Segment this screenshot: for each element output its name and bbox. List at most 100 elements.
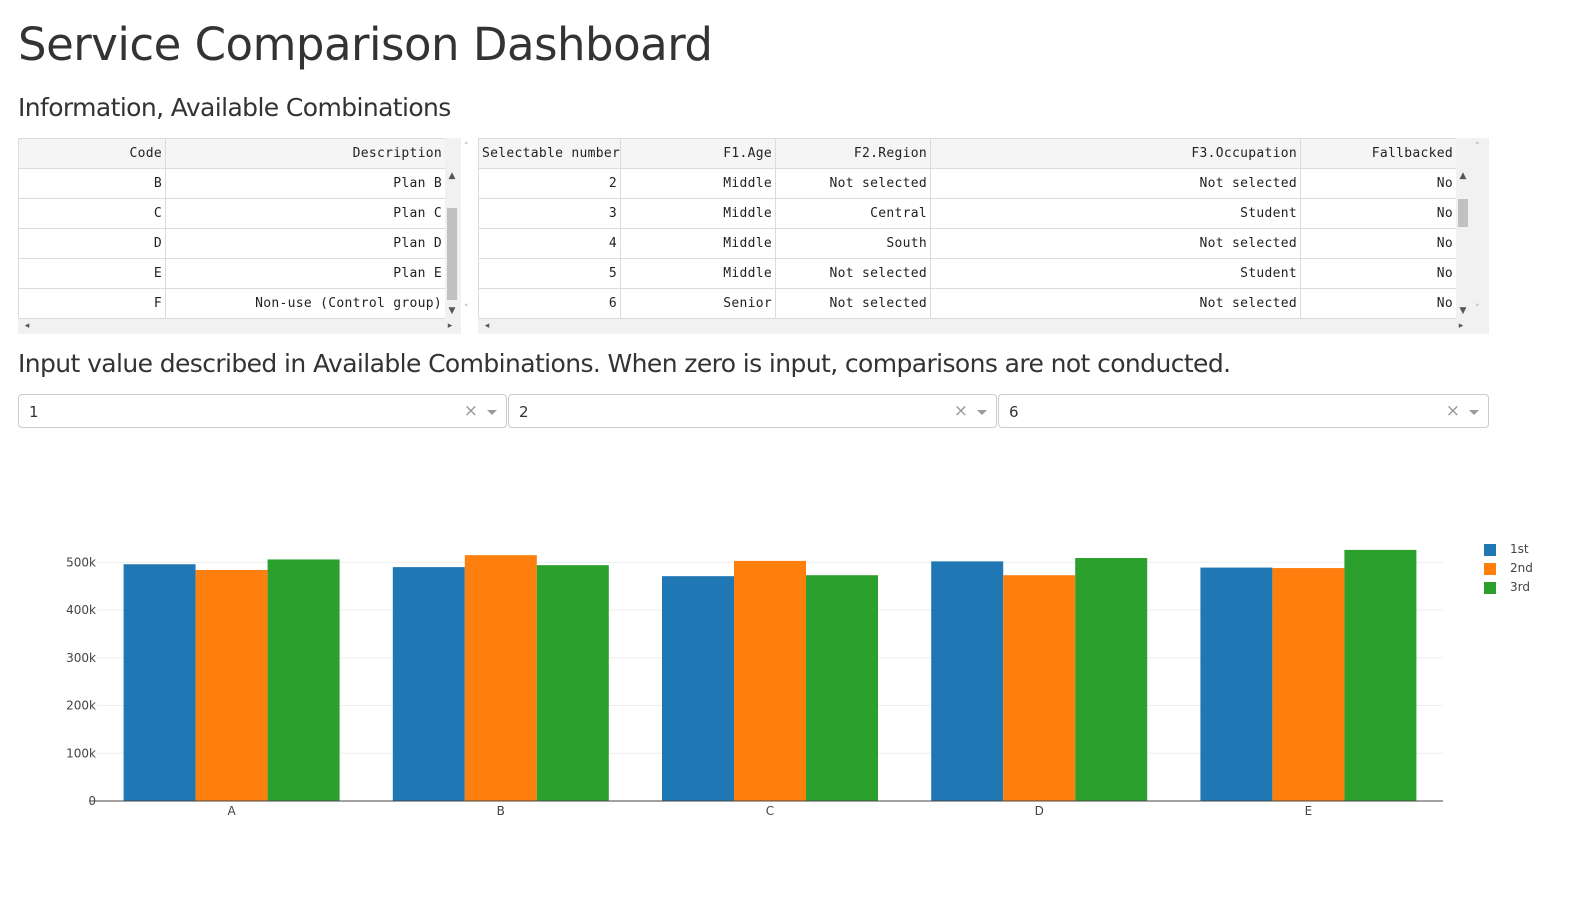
table-row[interactable]: E Plan E xyxy=(18,258,445,289)
cell-code: D xyxy=(18,228,166,259)
comparison-select-3[interactable]: 6 × xyxy=(998,394,1489,428)
legend-label: 2nd xyxy=(1510,561,1533,575)
info-heading: Information, Available Combinations xyxy=(18,93,451,122)
cell-code: F xyxy=(18,288,166,319)
table-row[interactable]: C Plan C xyxy=(18,198,445,229)
combinations-table-vertical-scrollbar[interactable]: ▲ ▼ xyxy=(1456,167,1470,319)
bar-3rd-A[interactable] xyxy=(267,559,340,801)
scroll-up-icon[interactable]: ▲ xyxy=(1456,171,1470,181)
clear-icon[interactable]: × xyxy=(954,401,968,421)
cell-age: Senior xyxy=(620,288,776,319)
bar-3rd-B[interactable] xyxy=(536,565,609,801)
bar-1st-A[interactable] xyxy=(123,564,196,801)
x-tick-label: B xyxy=(497,804,505,818)
cell-description: Plan B xyxy=(165,168,445,199)
cell-age: Middle xyxy=(620,258,776,289)
bar-2nd-B[interactable] xyxy=(464,555,537,801)
bar-3rd-D[interactable] xyxy=(1075,558,1148,801)
selected-value: 1 xyxy=(29,403,39,421)
bar-2nd-C[interactable] xyxy=(734,560,806,801)
y-tick-label: 200k xyxy=(66,699,96,713)
cell-code: E xyxy=(18,258,166,289)
table-row[interactable]: 4 Middle South Not selected No xyxy=(478,228,1456,259)
code-table-horizontal-scrollbar[interactable]: ◂ ▸ xyxy=(18,319,461,333)
cell-region: Not selected xyxy=(775,168,931,199)
cell-fallbacked: No xyxy=(1300,198,1456,229)
bar-3rd-C[interactable] xyxy=(806,575,878,801)
table-row[interactable]: F Non-use (Control group) xyxy=(18,288,445,319)
comparison-select-1[interactable]: 1 × xyxy=(18,394,507,428)
scrollbar-thumb[interactable] xyxy=(447,208,457,300)
combinations-table: Selectable number F1.Age F2.Region F3.Oc… xyxy=(478,138,1456,319)
cell-fallbacked: No xyxy=(1300,288,1456,319)
cell-description: Non-use (Control group) xyxy=(165,288,445,319)
column-header-occupation[interactable]: F3.Occupation xyxy=(930,138,1301,169)
clear-icon[interactable]: × xyxy=(1446,401,1460,421)
cell-selectable-number: 3 xyxy=(478,198,621,229)
bar-3rd-E[interactable] xyxy=(1344,549,1417,801)
legend-label: 1st xyxy=(1510,542,1529,556)
chevron-down-icon[interactable] xyxy=(487,410,497,415)
scroll-up-icon[interactable]: ˄ xyxy=(464,142,469,152)
column-header-age[interactable]: F1.Age xyxy=(620,138,776,169)
scroll-left-icon[interactable]: ◂ xyxy=(480,321,494,331)
table-row[interactable]: 2 Middle Not selected Not selected No xyxy=(478,168,1456,199)
y-tick-label: 100k xyxy=(66,746,96,760)
table-row[interactable]: D Plan D xyxy=(18,228,445,259)
chevron-down-icon[interactable] xyxy=(977,410,987,415)
scroll-down-icon[interactable]: ˅ xyxy=(1475,304,1480,314)
cell-occupation: Student xyxy=(930,258,1301,289)
clear-icon[interactable]: × xyxy=(464,401,478,421)
y-tick-label: 500k xyxy=(66,555,96,569)
cell-selectable-number: 2 xyxy=(478,168,621,199)
comparison-select-2[interactable]: 2 × xyxy=(508,394,997,428)
code-table-vertical-scrollbar[interactable]: ▲ ▼ xyxy=(445,167,459,319)
legend-label: 3rd xyxy=(1510,580,1530,594)
table-row[interactable]: 5 Middle Not selected Student No xyxy=(478,258,1456,289)
legend-swatch xyxy=(1484,582,1496,594)
table-row[interactable]: 6 Senior Not selected Not selected No xyxy=(478,288,1456,319)
column-header-code[interactable]: Code xyxy=(18,138,166,169)
cell-code: B xyxy=(18,168,166,199)
cell-description: Plan C xyxy=(165,198,445,229)
table-row[interactable]: 3 Middle Central Student No xyxy=(478,198,1456,229)
bar-2nd-D[interactable] xyxy=(1003,575,1076,801)
bar-2nd-E[interactable] xyxy=(1272,568,1345,801)
y-tick-label: 400k xyxy=(66,603,96,617)
input-heading: Input value described in Available Combi… xyxy=(18,349,1231,378)
x-tick-label: E xyxy=(1305,804,1313,818)
cell-occupation: Not selected xyxy=(930,288,1301,319)
scroll-right-icon[interactable]: ▸ xyxy=(1454,321,1468,331)
cell-region: South xyxy=(775,228,931,259)
scroll-down-icon[interactable]: ▼ xyxy=(445,306,459,316)
combinations-table-container: Selectable number F1.Age F2.Region F3.Oc… xyxy=(478,138,1489,334)
scroll-down-icon[interactable]: ▼ xyxy=(1456,306,1470,316)
cell-occupation: Not selected xyxy=(930,168,1301,199)
scroll-up-icon[interactable]: ▲ xyxy=(445,171,459,181)
code-table-container: Code Description B Plan B C Plan C D Plan D… xyxy=(18,138,469,334)
page-title: Service Comparison Dashboard xyxy=(18,18,713,71)
chevron-down-icon[interactable] xyxy=(1469,410,1479,415)
table-row[interactable]: B Plan B xyxy=(18,168,445,199)
column-header-fallbacked[interactable]: Fallbacked xyxy=(1300,138,1456,169)
bar-1st-E[interactable] xyxy=(1200,567,1273,801)
scroll-left-icon[interactable]: ◂ xyxy=(20,321,34,331)
bar-1st-D[interactable] xyxy=(931,561,1004,801)
scroll-up-icon[interactable]: ˄ xyxy=(1475,142,1480,152)
bar-1st-C[interactable] xyxy=(662,576,734,801)
legend-swatch xyxy=(1484,544,1496,556)
cell-description: Plan D xyxy=(165,228,445,259)
column-header-region[interactable]: F2.Region xyxy=(775,138,931,169)
column-header-selectable-number[interactable]: Selectable number xyxy=(478,138,621,169)
cell-description: Plan E xyxy=(165,258,445,289)
cell-selectable-number: 4 xyxy=(478,228,621,259)
x-tick-label: A xyxy=(227,804,236,818)
scroll-right-icon[interactable]: ▸ xyxy=(443,321,457,331)
scroll-down-icon[interactable]: ˅ xyxy=(464,304,469,314)
combinations-table-horizontal-scrollbar[interactable]: ◂ ▸ xyxy=(478,319,1472,333)
bar-1st-B[interactable] xyxy=(392,567,465,801)
scrollbar-thumb[interactable] xyxy=(1458,199,1468,227)
bar-2nd-A[interactable] xyxy=(195,569,268,801)
cell-occupation: Student xyxy=(930,198,1301,229)
column-header-description[interactable]: Description xyxy=(165,138,445,169)
